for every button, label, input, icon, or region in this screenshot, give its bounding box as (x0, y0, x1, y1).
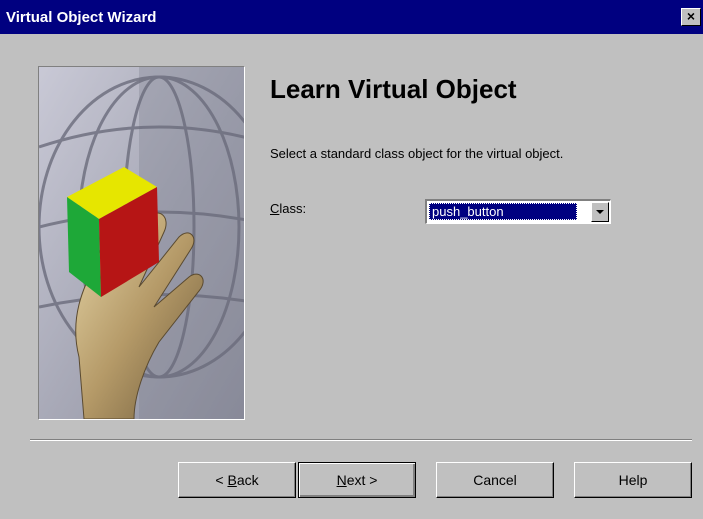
class-label-text: lass: (279, 201, 307, 216)
help-button[interactable]: Help (574, 462, 692, 498)
wizard-illustration (38, 66, 245, 420)
close-button[interactable]: × (681, 8, 701, 26)
back-label: ack (236, 472, 259, 488)
class-label: Class: (270, 201, 306, 216)
cancel-label: Cancel (473, 472, 517, 488)
hand-cube-image (39, 67, 244, 419)
next-label: ext > (346, 472, 378, 488)
instructions-text: Select a standard class object for the v… (270, 146, 564, 161)
back-prefix: < (215, 472, 228, 488)
chevron-down-icon[interactable] (591, 202, 609, 222)
next-button[interactable]: Next > (298, 462, 416, 498)
title-bar: Virtual Object Wizard × (0, 0, 703, 34)
help-label: Help (618, 472, 648, 488)
back-button[interactable]: < Back (178, 462, 296, 498)
cancel-button[interactable]: Cancel (436, 462, 554, 498)
close-icon: × (686, 8, 696, 24)
class-label-mnemonic: C (270, 201, 280, 216)
next-mnemonic: N (336, 472, 347, 488)
class-select-value: push_button (429, 203, 577, 220)
back-mnemonic: B (227, 472, 237, 488)
page-title: Learn Virtual Object (270, 74, 517, 104)
class-select[interactable]: push_button (425, 199, 611, 224)
wizard-dialog: Virtual Object Wizard × Learn Virtual Ob… (0, 0, 703, 519)
divider (30, 439, 692, 441)
window-title: Virtual Object Wizard (6, 9, 157, 26)
